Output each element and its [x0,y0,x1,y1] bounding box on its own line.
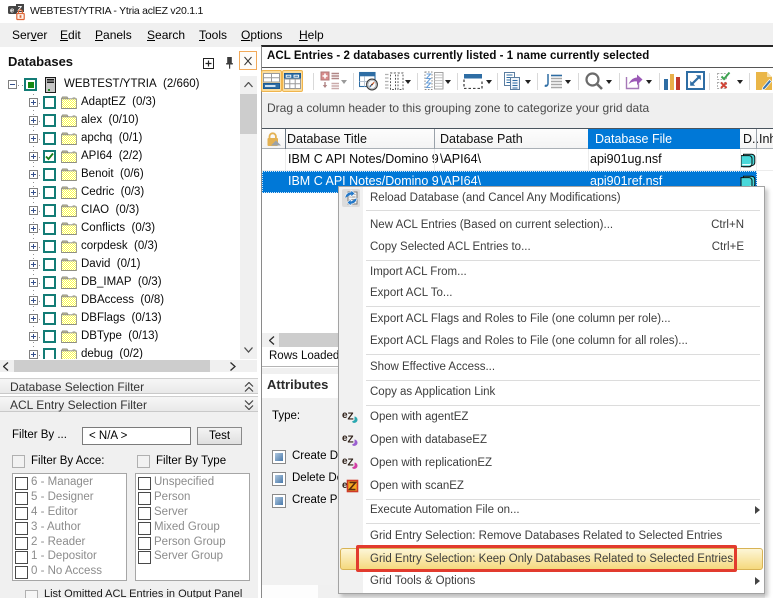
svg-text:Z: Z [348,435,354,446]
svg-text:Z: Z [348,458,354,469]
svg-text:e: e [10,6,14,15]
svg-text:Z: Z [348,412,354,423]
